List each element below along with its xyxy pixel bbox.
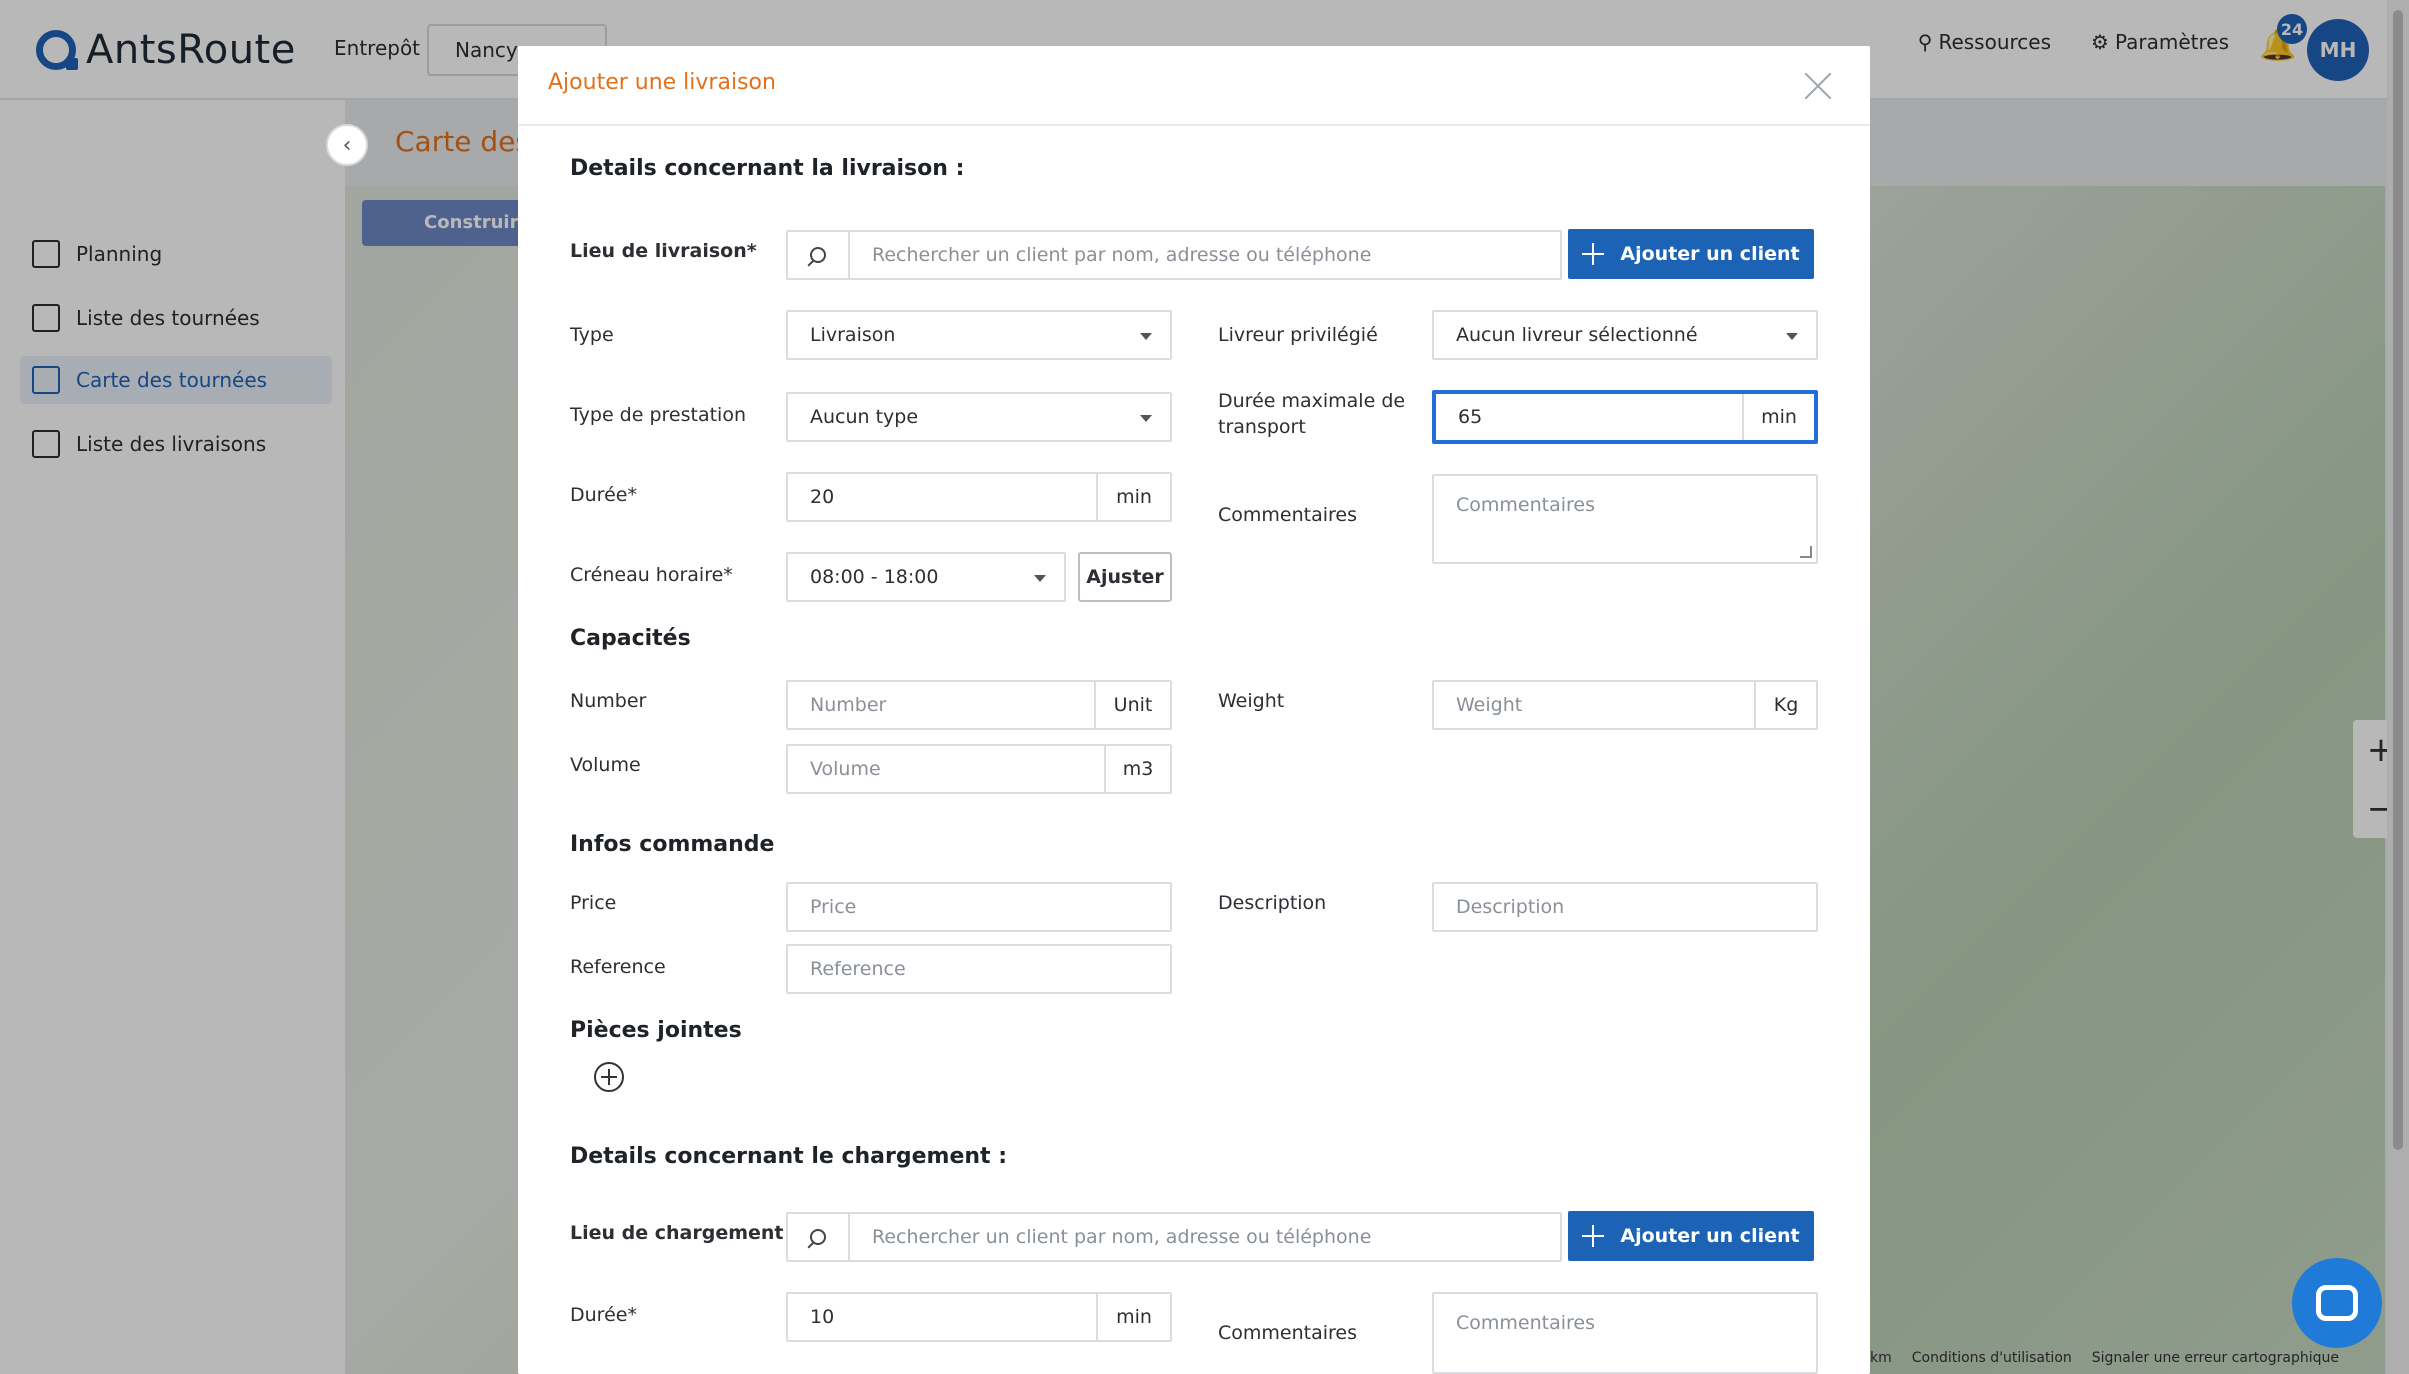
lieu-livraison-label: Lieu de livraison* <box>570 240 757 262</box>
description-placeholder: Description <box>1456 896 1565 918</box>
livreur-label: Livreur privilégié <box>1218 324 1378 346</box>
duree-max-label: Durée maximale de transport <box>1218 390 1406 438</box>
price-placeholder: Price <box>810 896 857 918</box>
prestation-value: Aucun type <box>810 406 919 428</box>
loading-commentaires-placeholder: Commentaires <box>1456 1312 1595 1334</box>
description-input[interactable]: Description <box>1432 882 1818 932</box>
delivery-section-title: Details concernant la livraison : <box>570 156 965 181</box>
weight-label: Weight <box>1218 690 1285 712</box>
loading-duree-unit: min <box>1096 1294 1170 1340</box>
weight-placeholder: Weight <box>1456 694 1523 716</box>
price-label: Price <box>570 892 617 914</box>
add-client-label: Ajouter un client <box>1620 243 1800 265</box>
chevron-left-icon: ‹ <box>342 132 352 158</box>
lieu-chargement-placeholder: Rechercher un client par nom, adresse ou… <box>872 1226 1372 1248</box>
duree-value: 20 <box>810 486 835 508</box>
duree-max-input[interactable]: 65 min <box>1432 390 1818 444</box>
volume-label: Volume <box>570 754 641 776</box>
loading-duree-value: 10 <box>810 1306 835 1328</box>
chat-button[interactable] <box>2292 1258 2382 1348</box>
volume-input[interactable]: Volume m3 <box>786 744 1172 794</box>
type-select[interactable]: Livraison <box>786 310 1172 360</box>
search-icon-box <box>788 1214 850 1260</box>
lieu-livraison-placeholder: Rechercher un client par nom, adresse ou… <box>872 244 1372 266</box>
number-input[interactable]: Number Unit <box>786 680 1172 730</box>
commentaires-label: Commentaires <box>1218 504 1357 526</box>
loading-section-title: Details concernant le chargement : <box>570 1144 1008 1169</box>
weight-input[interactable]: Weight Kg <box>1432 680 1818 730</box>
livreur-select[interactable]: Aucun livreur sélectionné <box>1432 310 1818 360</box>
add-delivery-modal: Ajouter une livraison Details concernant… <box>518 46 1870 1374</box>
modal-title: Ajouter une livraison <box>548 70 776 95</box>
caret-down-icon <box>1140 333 1152 340</box>
prestation-label: Type de prestation <box>570 404 747 426</box>
duree-label: Durée* <box>570 484 637 506</box>
add-attachment-icon[interactable] <box>594 1062 624 1092</box>
reference-label: Reference <box>570 956 666 978</box>
resize-handle-icon[interactable] <box>1800 546 1812 558</box>
price-input[interactable]: Price <box>786 882 1172 932</box>
chat-bubble-icon <box>2316 1285 2358 1321</box>
type-label: Type <box>570 324 614 346</box>
plus-icon <box>1582 1225 1605 1247</box>
type-value: Livraison <box>810 324 896 346</box>
close-icon[interactable] <box>1800 68 1836 104</box>
sidebar-collapse-button[interactable]: ‹ <box>326 124 368 166</box>
infos-commande-section-title: Infos commande <box>570 832 775 857</box>
reference-placeholder: Reference <box>810 958 906 980</box>
number-unit: Unit <box>1094 682 1170 728</box>
description-label: Description <box>1218 892 1327 914</box>
number-placeholder: Number <box>810 694 887 716</box>
reference-input[interactable]: Reference <box>786 944 1172 994</box>
add-client-label: Ajouter un client <box>1620 1225 1800 1247</box>
weight-unit: Kg <box>1754 682 1816 728</box>
duree-input[interactable]: 20 min <box>786 472 1172 522</box>
commentaires-placeholder: Commentaires <box>1456 494 1595 516</box>
commentaires-textarea[interactable]: Commentaires <box>1432 474 1818 564</box>
ajuster-button[interactable]: Ajuster <box>1078 552 1172 602</box>
lieu-chargement-label: Lieu de chargement * <box>570 1222 801 1244</box>
caret-down-icon <box>1034 575 1046 582</box>
loading-commentaires-label: Commentaires <box>1218 1322 1357 1344</box>
plus-icon <box>1582 243 1605 265</box>
creneau-value: 08:00 - 18:00 <box>810 566 939 588</box>
volume-placeholder: Volume <box>810 758 881 780</box>
duree-max-value: 65 <box>1458 406 1483 428</box>
lieu-livraison-search[interactable]: Rechercher un client par nom, adresse ou… <box>786 230 1562 280</box>
caret-down-icon <box>1786 333 1798 340</box>
search-icon-box <box>788 232 850 278</box>
caret-down-icon <box>1140 415 1152 422</box>
modal-header: Ajouter une livraison <box>518 46 1870 126</box>
capacites-section-title: Capacités <box>570 626 691 651</box>
duree-unit: min <box>1096 474 1170 520</box>
duree-max-unit: min <box>1742 394 1814 440</box>
creneau-label: Créneau horaire* <box>570 564 733 586</box>
pieces-jointes-section-title: Pièces jointes <box>570 1018 742 1043</box>
add-client-button-loading[interactable]: Ajouter un client <box>1568 1211 1814 1261</box>
livreur-value: Aucun livreur sélectionné <box>1456 324 1698 346</box>
number-label: Number <box>570 690 647 712</box>
loading-commentaires-textarea[interactable]: Commentaires <box>1432 1292 1818 1374</box>
lieu-chargement-search[interactable]: Rechercher un client par nom, adresse ou… <box>786 1212 1562 1262</box>
prestation-select[interactable]: Aucun type <box>786 392 1172 442</box>
search-icon <box>810 1229 826 1245</box>
creneau-select[interactable]: 08:00 - 18:00 <box>786 552 1066 602</box>
search-icon <box>810 247 826 263</box>
volume-unit: m3 <box>1104 746 1170 792</box>
loading-duree-label: Durée* <box>570 1304 637 1326</box>
add-client-button[interactable]: Ajouter un client <box>1568 229 1814 279</box>
loading-duree-input[interactable]: 10 min <box>786 1292 1172 1342</box>
